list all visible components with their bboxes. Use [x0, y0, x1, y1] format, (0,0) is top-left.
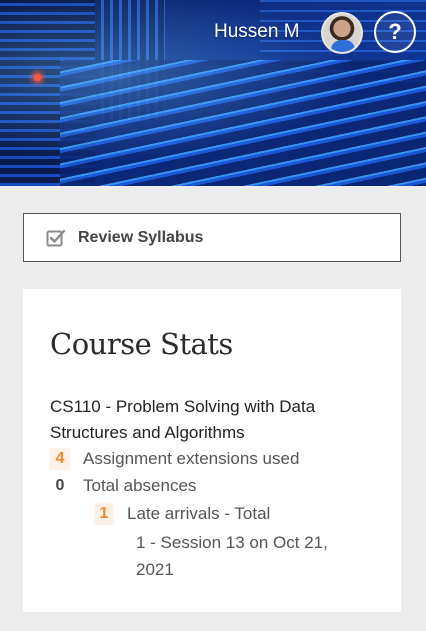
help-icon: ? — [388, 19, 402, 44]
user-name[interactable]: Hussen M — [214, 21, 300, 43]
review-syllabus-label: Review Syllabus — [78, 228, 204, 246]
avatar-shirt — [331, 40, 355, 52]
stat-count-badge: 4 — [50, 448, 70, 470]
help-button[interactable]: ? — [374, 11, 416, 53]
course-name: CS110 - Problem Solving with Data Struct… — [50, 397, 316, 442]
checkbox-icon — [46, 229, 66, 246]
review-syllabus-button[interactable]: Review Syllabus — [23, 213, 401, 262]
stat-label: Assignment extensions used — [83, 449, 300, 468]
stat-total-absences: 0 Total absences — [50, 475, 197, 497]
stat-count-badge: 1 — [94, 503, 114, 525]
stat-label: Total absences — [83, 476, 197, 495]
stat-count-badge: 0 — [55, 477, 65, 494]
late-arrival-detail: 1 - Session 13 on Oct 21, 2021 — [136, 533, 328, 579]
stat-late-arrivals[interactable]: 1 Late arrivals - Total — [94, 503, 270, 525]
course-stats-title: Course Stats — [50, 327, 233, 361]
stat-assignment-extensions: 4 Assignment extensions used — [50, 448, 299, 470]
banner-red-light — [34, 74, 41, 81]
course-stats-card: Course Stats CS110 - Problem Solving wit… — [23, 289, 401, 612]
stat-label: Late arrivals - Total — [127, 504, 271, 523]
user-avatar[interactable] — [321, 12, 363, 54]
